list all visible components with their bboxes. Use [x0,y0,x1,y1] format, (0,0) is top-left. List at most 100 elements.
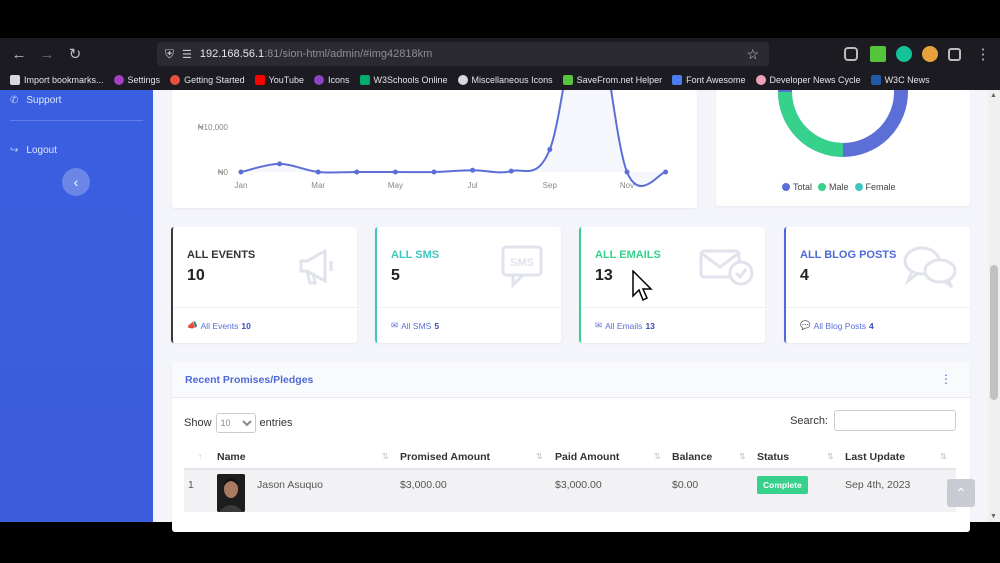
scroll-down-icon[interactable]: ▼ [990,513,997,520]
column-header-promised[interactable]: Promised Amount [400,451,490,463]
sort-icon[interactable]: ↑ [198,452,202,461]
shield-icon: ⛨ [165,46,175,61]
row-promised: $3,000.00 [400,479,447,491]
stat-title: All Blog Posts [800,249,897,261]
status-badge: Complete [757,476,808,494]
y-tick-label: ₦10,000 [198,123,229,132]
page-scrollbar[interactable]: ▲ ▼ [988,90,1000,522]
sort-icon[interactable]: ⇅ [382,452,389,461]
bookmark-item[interactable]: YouTube [254,75,304,85]
line-point[interactable] [470,167,476,173]
bookmark-item[interactable]: Settings [113,75,160,85]
sidebar-item-label: Support [26,95,62,106]
bookmark-item[interactable]: W3C News [870,75,930,85]
svg-text:SMS: SMS [510,257,534,269]
bookmark-item[interactable]: Icons [313,75,350,85]
address-bar[interactable]: ⛨ ☰ 192.168.56.1:81/sion-html/admin/#img… [157,42,769,66]
line-point[interactable] [238,169,244,175]
bookmark-item[interactable]: Font Awesome [672,75,746,85]
back-icon[interactable]: ← [6,41,32,67]
sort-icon[interactable]: ⇅ [739,452,746,461]
scroll-up-icon[interactable]: ▲ [990,92,997,99]
page-info-icon[interactable]: ☰ [182,48,192,61]
donut-segment-male[interactable] [778,91,844,157]
youtube-icon [254,75,265,85]
column-header-status[interactable]: Status [757,451,789,463]
pocket-icon[interactable] [844,47,858,61]
sort-icon[interactable]: ⇅ [536,452,543,461]
line-point[interactable] [624,169,630,175]
line-chart-svg: ₦10,000₦0Jan Mar May Jul Sep Nov [198,0,669,190]
sidebar-item-logout[interactable]: ↪ Logout [10,145,57,156]
table-row[interactable]: 1 Jason Asuquo $3,000.00 $3,000.00 $0.00… [184,470,956,512]
line-point[interactable] [277,161,283,167]
bookmark-item[interactable]: Miscellaneous Icons [457,75,553,85]
legend-item-female[interactable]: Female [854,182,896,192]
more-vertical-icon[interactable]: ⋮ [940,372,952,386]
stat-footer-link[interactable]: ✉ All SMS 5 [377,307,561,343]
stat-footer-link[interactable]: 💬 All Blog Posts 4 [786,307,970,343]
entries-select[interactable]: 10 [215,413,256,433]
pledges-table-card: Recent Promises/Pledges ⋮ Show 10 entrie… [172,362,970,532]
extensions-icon[interactable] [948,48,961,61]
donut-legend: Total Male Female [782,182,896,192]
avatar [217,474,245,512]
url-host: 192.168.56.1 [199,48,265,60]
table-header: ↑ Name ⇅ Promised Amount ⇅ Paid Amount ⇅… [184,444,956,470]
sidebar-item-support[interactable]: ✆ Support [10,95,61,106]
column-header-last-update[interactable]: Last Update [845,451,905,463]
row-index: 1 [188,479,194,491]
legend-item-total[interactable]: Total [782,182,812,192]
email-small-icon: ✉ [595,320,603,330]
bookmark-item[interactable]: W3Schools Online [359,75,448,85]
stat-footer-link[interactable]: 📣 All Events 10 [173,307,357,343]
line-point[interactable] [354,169,360,175]
column-header-balance[interactable]: Balance [672,451,712,463]
flag-icon [672,75,683,85]
bookmark-item[interactable]: SaveFrom.net Helper [562,75,662,85]
stat-card-emails[interactable]: All Emails 13 ✉ All Emails 13 [579,227,765,343]
menu-icon[interactable]: ⋮ [970,41,996,67]
logout-icon: ↪ [10,145,19,156]
line-point[interactable] [392,169,398,175]
news-icon [755,75,766,85]
scroll-to-top-button[interactable]: ⌃ [947,479,975,507]
bookmark-item[interactable]: Import bookmarks... [10,75,104,85]
sort-icon[interactable]: ⇅ [940,452,947,461]
bookmark-star-icon[interactable]: ☆ [746,46,759,63]
globe-icon [457,75,468,85]
import-icon [10,75,20,85]
forward-icon[interactable]: → [34,41,60,67]
x-tick-label: May [388,181,403,190]
stat-card-events[interactable]: All Events 10 📣 All Events 10 [171,227,357,343]
sidebar-collapse-button[interactable]: ‹ [62,168,90,196]
sms-small-icon: ✉ [391,320,399,330]
bookmark-item[interactable]: Developer News Cycle [755,75,861,85]
reload-icon[interactable]: ↻ [62,41,88,67]
column-header-name[interactable]: Name [217,451,246,463]
entries-length-control: Show 10 entries [184,413,293,433]
line-point[interactable] [547,147,553,152]
stat-title: All SMS [391,249,440,261]
stat-card-sms[interactable]: All SMS 5 SMS ✉ All SMS 5 [375,227,561,343]
line-point[interactable] [663,169,669,175]
stat-value: 5 [391,267,400,284]
legend-item-male[interactable]: Male [818,182,849,192]
sort-icon[interactable]: ⇅ [827,452,834,461]
gender-donut-chart: Total Male Female [716,90,970,206]
bookmark-item[interactable]: Getting Started [170,75,245,85]
sort-icon[interactable]: ⇅ [654,452,661,461]
extension-badge-icon[interactable] [922,46,938,62]
download-extension-icon[interactable] [870,46,886,62]
line-point[interactable] [315,169,321,175]
column-header-paid[interactable]: Paid Amount [555,451,619,463]
stat-footer-link[interactable]: ✉ All Emails 13 [581,307,765,343]
search-input[interactable] [834,410,956,431]
line-point[interactable] [508,168,514,174]
x-tick-label: Jul [467,181,477,190]
line-point[interactable] [431,169,437,175]
grammarly-icon[interactable] [896,46,912,62]
download-arrow-icon [562,75,573,85]
stat-card-blog-posts[interactable]: All Blog Posts 4 💬 All Blog Posts 4 [784,227,970,343]
scrollbar-thumb[interactable] [990,265,998,400]
